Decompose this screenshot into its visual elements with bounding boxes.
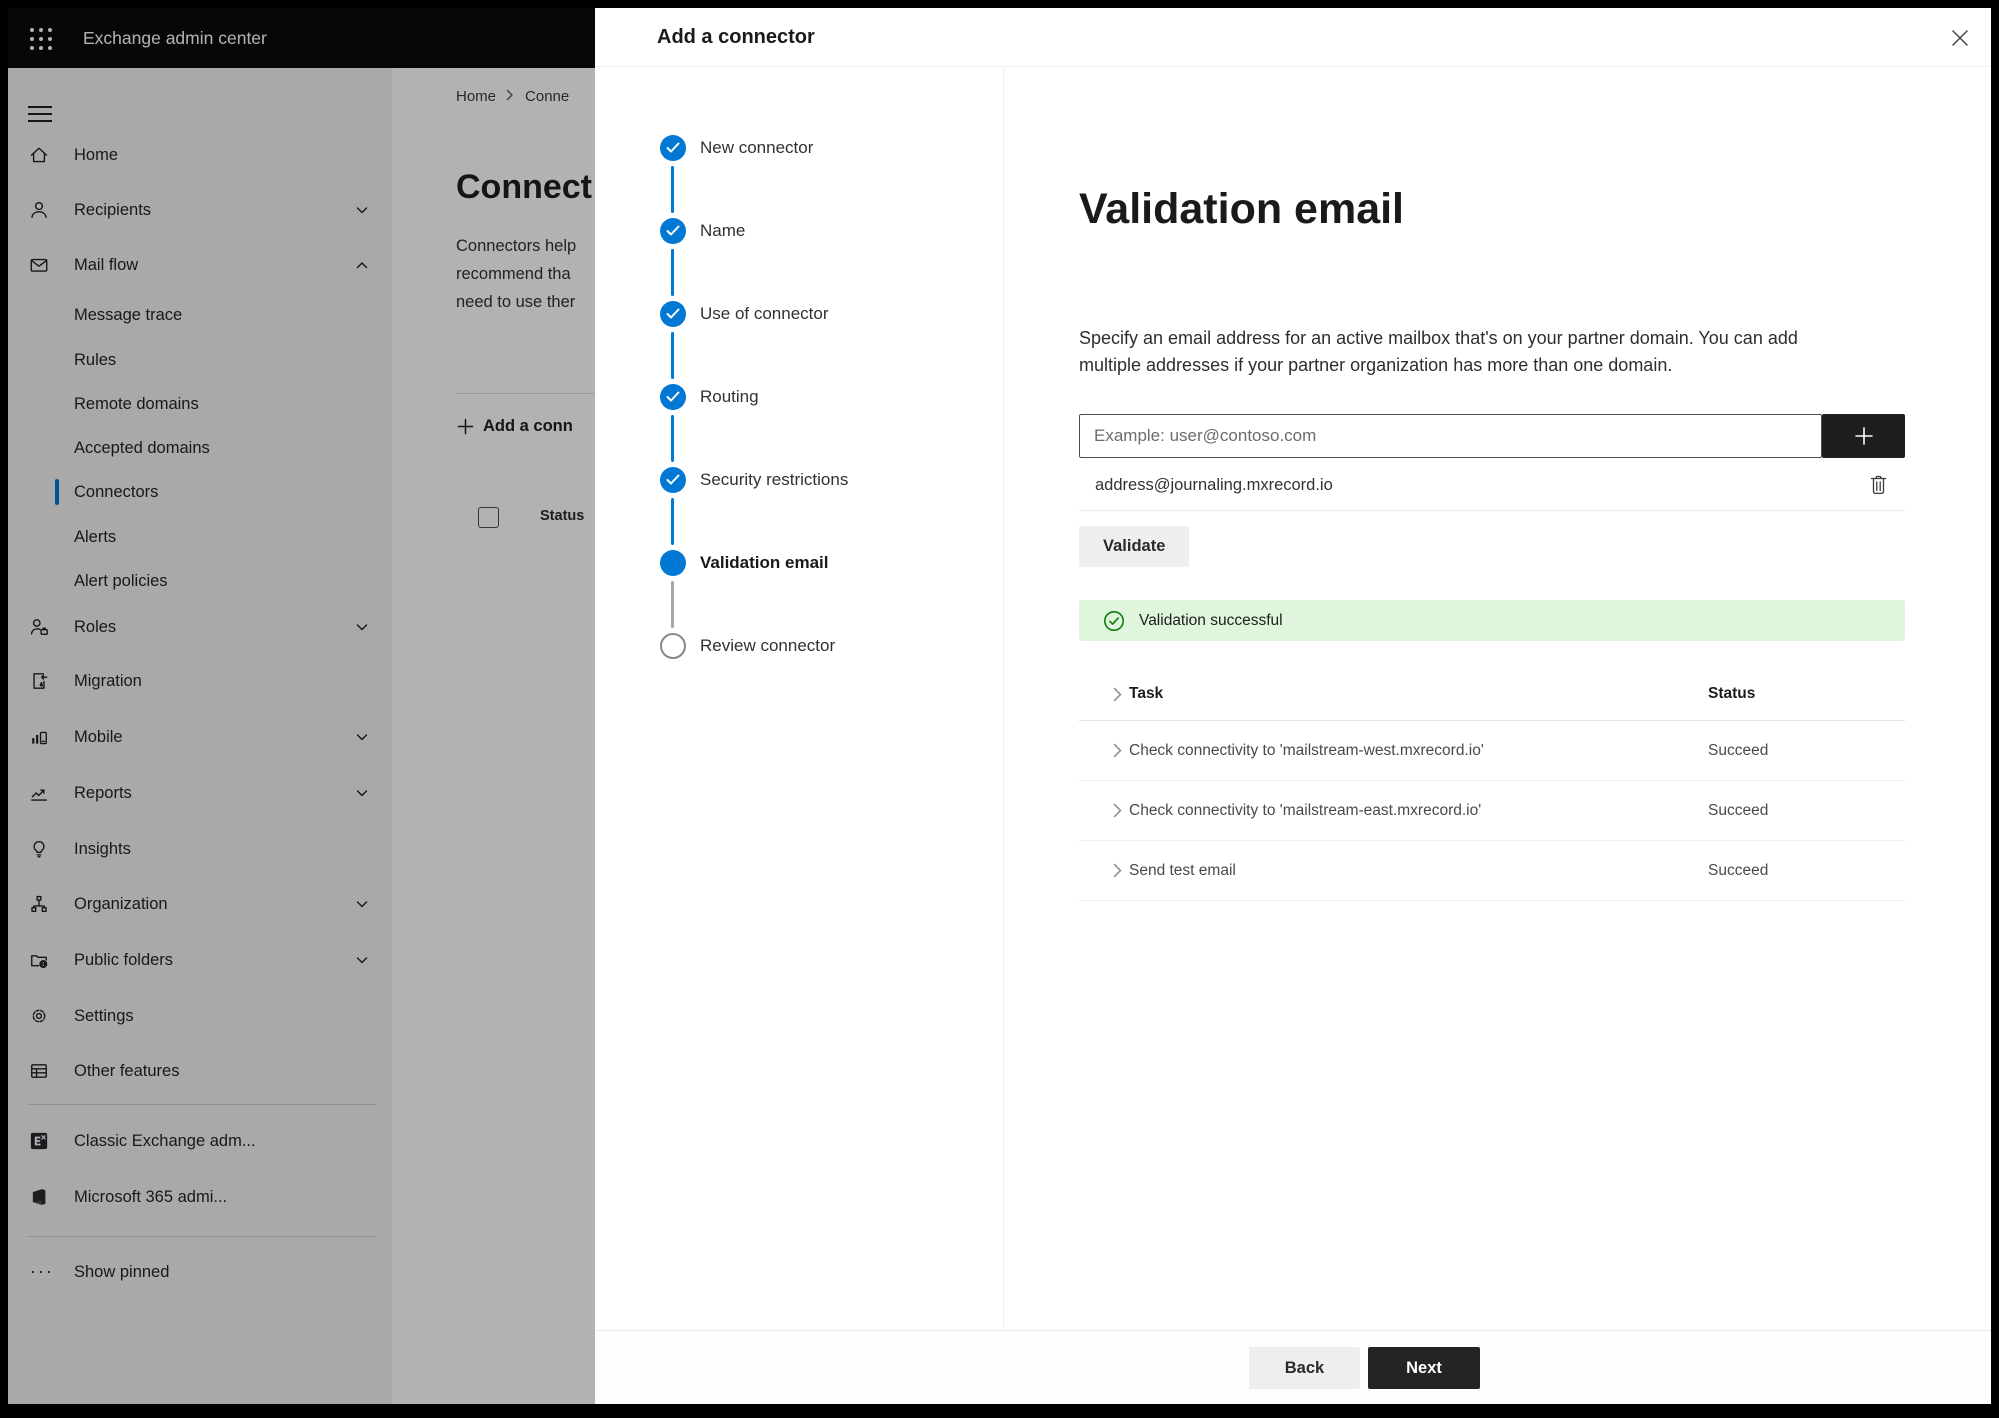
status-column-header: Status [1708,685,1756,702]
wizard-title: Add a connector [657,26,815,48]
expand-row-chevron[interactable] [1079,863,1129,878]
status-cell: Succeed [1708,861,1769,879]
panel-description: Specify an email address for an active m… [1079,328,1798,375]
task-cell: Send test email [1129,861,1236,879]
add-address-button[interactable] [1822,414,1905,458]
table-header-row: Task Status [1079,668,1905,721]
task-column-header: Task [1129,685,1164,702]
close-icon [1952,30,1968,46]
step-validation-email[interactable]: Validation email [595,550,1003,633]
step-name[interactable]: Name [595,218,1003,301]
added-address: address@journaling.mxrecord.io [1095,476,1333,494]
status-cell: Succeed [1708,741,1769,759]
step-new-connector[interactable]: New connector [595,135,1003,218]
success-check-icon [1103,610,1125,632]
expand-row-chevron[interactable] [1079,803,1129,818]
screenshot-stage: Exchange admin center Home Recipients Ma… [0,0,1999,1418]
table-row: Send test email Succeed [1079,841,1905,901]
expand-row-chevron[interactable] [1079,743,1129,758]
wizard-steps: New connector Name Use of connector Rout… [595,67,1004,1330]
step-use-of-connector[interactable]: Use of connector [595,301,1003,384]
step-routing[interactable]: Routing [595,384,1003,467]
step-check-icon [660,301,686,327]
step-check-icon [660,218,686,244]
wizard-content: Validation email Specify an email addres… [1004,67,1991,1330]
wizard-header: Add a connector [595,8,1991,67]
exchange-admin-center-app: Exchange admin center Home Recipients Ma… [8,8,1991,1404]
status-cell: Succeed [1708,801,1769,819]
panel-title: Validation email [1079,185,1404,233]
step-check-icon [660,135,686,161]
back-button[interactable]: Back [1249,1347,1360,1389]
table-row: Check connectivity to 'mailstream-west.m… [1079,721,1905,781]
add-connector-wizard: Add a connector New connector Name Use o… [595,8,1991,1404]
validation-success-banner: Validation successful [1079,600,1905,641]
email-input-row [1079,414,1905,458]
email-input[interactable] [1079,414,1822,458]
table-row: Check connectivity to 'mailstream-east.m… [1079,781,1905,841]
address-divider [1079,510,1905,511]
plus-icon [1854,427,1873,445]
step-current-dot [660,550,686,576]
close-button[interactable] [1943,21,1977,55]
expand-all-chevron[interactable] [1079,687,1129,702]
wizard-footer: Back Next [595,1330,1991,1404]
step-todo-dot [660,633,686,659]
task-cell: Check connectivity to 'mailstream-east.m… [1129,801,1482,819]
step-check-icon [660,384,686,410]
trash-icon [1870,475,1886,495]
step-check-icon [660,467,686,493]
task-cell: Check connectivity to 'mailstream-west.m… [1129,741,1484,759]
delete-address-button[interactable] [1863,471,1893,501]
validate-button[interactable]: Validate [1079,526,1190,567]
added-address-row: address@journaling.mxrecord.io [1079,463,1905,507]
step-review-connector[interactable]: Review connector [595,633,1003,716]
validation-task-table: Task Status Check connectivity to 'mails… [1079,668,1905,901]
next-button[interactable]: Next [1368,1347,1480,1389]
step-security-restrictions[interactable]: Security restrictions [595,467,1003,550]
banner-text: Validation successful [1139,611,1283,629]
